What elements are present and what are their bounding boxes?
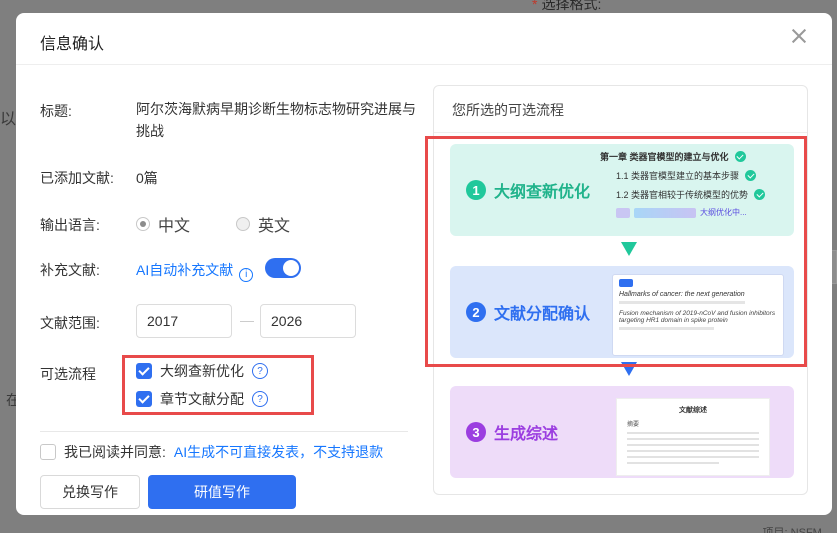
agree-link[interactable]: AI生成不可直接发表，不支持退款	[174, 442, 383, 462]
form-panel: 标题: 阿尔茨海默病早期诊断生物标志物研究进展与挑战 已添加文献: 0篇 输出语…	[40, 65, 416, 515]
supplement-value: AI自动补充文献 i	[136, 260, 254, 282]
exchange-button[interactable]: 兑换写作	[40, 475, 140, 509]
step-3: 3 生成综述	[466, 420, 558, 444]
divider	[434, 132, 807, 133]
write-button[interactable]: 研值写作	[148, 475, 296, 509]
title-value: 阿尔茨海默病早期诊断生物标志物研究进展与挑战	[136, 101, 416, 139]
radio-button[interactable]	[236, 217, 250, 231]
ai-supplement-link[interactable]: AI自动补充文献	[136, 262, 233, 278]
info-icon[interactable]: i	[239, 267, 254, 282]
step-card-generate: 3 生成综述 文献综述 摘要	[450, 386, 794, 478]
divider	[40, 431, 408, 432]
modal-header: 信息确认	[16, 13, 832, 65]
range-start-input[interactable]: 2017	[136, 304, 232, 338]
range-end-input[interactable]: 2026	[260, 304, 356, 338]
agree-text: 我已阅读并同意:	[64, 444, 166, 460]
bg-bottom-text: 项目: NSFM...	[762, 527, 831, 533]
info-confirm-modal: 信息确认 标题: 阿尔茨海默病早期诊断生物标志物研究进展与挑战 已添加文献: 0…	[16, 13, 832, 515]
paper-section: 摘要	[627, 422, 640, 428]
paper-title: 文献综述	[679, 407, 707, 414]
radio-button-selected[interactable]	[136, 217, 150, 231]
agree-checkbox[interactable]	[40, 444, 56, 460]
bg-left-text: 以	[0, 111, 17, 128]
close-icon[interactable]	[790, 27, 808, 45]
added-refs-label: 已添加文献:	[40, 170, 114, 186]
bg-format-label: * 选择格式:	[532, 0, 602, 12]
step-number: 3	[466, 422, 486, 442]
added-refs-value: 0篇	[136, 170, 158, 186]
supplement-toggle[interactable]	[265, 258, 301, 278]
highlight-box	[122, 355, 314, 415]
agreement-row[interactable]: 我已阅读并同意: AI生成不可直接发表，不支持退款	[40, 442, 383, 462]
flow-title: 您所选的可选流程	[452, 102, 564, 118]
radio-english[interactable]: 英文	[236, 212, 290, 236]
radio-label-chinese: 中文	[158, 218, 191, 235]
radio-label-english: 英文	[258, 218, 291, 235]
range-label: 文献范围:	[40, 315, 100, 331]
modal-title: 信息确认	[40, 36, 105, 53]
paper-preview: 文献综述 摘要	[616, 398, 770, 476]
title-label: 标题:	[40, 103, 72, 119]
highlight-box	[425, 136, 807, 367]
supplement-label: 补充文献:	[40, 262, 100, 278]
step-label: 生成综述	[494, 426, 559, 443]
optional-label: 可选流程	[40, 366, 96, 382]
range-dash	[240, 321, 254, 322]
language-label: 输出语言:	[40, 217, 100, 233]
radio-chinese[interactable]: 中文	[136, 212, 190, 236]
